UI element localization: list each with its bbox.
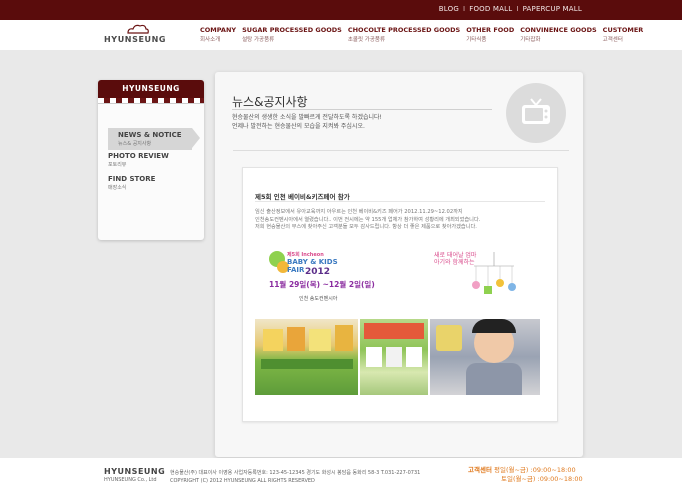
nav-other-food[interactable]: OTHER FOOD 기타식품 xyxy=(466,26,514,43)
nav-sublabel: 초콜릿 가공품류 xyxy=(347,37,386,43)
banner-venue: 인천 송도컨벤시아 xyxy=(299,296,338,302)
footer-address-line: 현승물산(주) 대표이사 이영용 사업자등록번호: 123-45-12345 경… xyxy=(170,470,421,476)
nav-sublabel: 기타잡화 xyxy=(520,37,541,43)
event-photo-child[interactable] xyxy=(430,319,540,395)
section-divider xyxy=(233,150,569,151)
fair-banner: 제5회 Incheon BABY & KIDS FAIR 2012 11월 29… xyxy=(265,249,375,305)
nav-customer[interactable]: CUSTOMER 고객센터 xyxy=(603,26,644,43)
baby-mobile-icon xyxy=(472,252,516,294)
footer-hours-label: 고객센터 xyxy=(468,466,492,474)
sidebar-item-find-store[interactable]: FIND STORE 매장소식 xyxy=(108,175,200,191)
banner-year: 2012 xyxy=(305,267,331,277)
papercup-mall-link[interactable]: PAPERCUP MALL xyxy=(523,5,582,13)
separator: I xyxy=(516,5,519,13)
sidebar-item-sublabel: 포토리뷰 xyxy=(108,162,127,168)
main-navigation: COMPANY 회사소개 SUGAR PROCESSED GOODS 설탕 가공… xyxy=(200,26,643,43)
event-photo-shelves[interactable] xyxy=(360,319,428,395)
title-divider xyxy=(232,109,492,110)
intro-line: 현승물산의 생생한 소식을 발빠르게 전달하도록 하겠습니다! xyxy=(232,114,382,121)
header: HYUNSEUNG COMPANY 회사소개 SUGAR PROCESSED G… xyxy=(0,20,682,50)
nav-label: SUGAR PROCESSED GOODS xyxy=(242,26,342,34)
footer-hours-line: 토일(월~금) :09:00~18:00 xyxy=(501,475,583,483)
news-divider xyxy=(255,201,545,202)
footer-hours-line: 평일(월~금) :09:00~18:00 xyxy=(494,466,576,474)
banner-dates: 11월 29일(목) ~12월 2일(일) xyxy=(269,280,375,289)
sidebar-item-news[interactable]: NEWS & NOTICE 뉴스& 공지사항 xyxy=(108,128,200,150)
page-intro: 현승물산의 생생한 소식을 발빠르게 전달하도록 하겠습니다! 언제나 발전하는… xyxy=(232,114,382,131)
cloud-logo-icon xyxy=(127,24,149,34)
sidebar-item-sublabel: 매장소식 xyxy=(108,185,127,191)
blog-link[interactable]: BLOG xyxy=(439,5,459,13)
top-links: BLOG I FOOD MALL I PAPERCUP MALL xyxy=(439,5,582,13)
food-mall-link[interactable]: FOOD MALL xyxy=(469,5,512,13)
news-body-line: 저희 현승물산의 부스에 찾아주신 고객분들 모두 감사드립니다. 항상 더 좋… xyxy=(255,224,477,230)
nav-label: COMPANY xyxy=(200,26,237,34)
nav-sublabel: 고객센터 xyxy=(602,37,623,43)
separator: I xyxy=(462,5,466,13)
footer-address: 현승물산(주) 대표이사 이영용 사업자등록번호: 123-45-12345 경… xyxy=(170,469,420,485)
nav-label: CHOCOLTE PROCESSED GOODS xyxy=(347,26,461,34)
footer-logo: HYUNSEUNG HYUNSEUNG Co., Ltd xyxy=(104,467,165,483)
nav-sublabel: 회사소개 xyxy=(200,37,221,43)
sidebar-item-label: NEWS & NOTICE xyxy=(118,131,182,139)
top-bar: BLOG I FOOD MALL I PAPERCUP MALL xyxy=(0,0,682,20)
sidebar-title: HYUNSEUNG xyxy=(98,80,204,98)
news-body-line: 임신 출산정보에서 유아교육까지 아우르는 인천 베이비&키즈 페어가 2012… xyxy=(255,209,463,215)
nav-sublabel: 기타식품 xyxy=(466,37,487,43)
sidebar-item-sublabel: 뉴스& 공지사항 xyxy=(118,141,152,147)
nav-sublabel: 설탕 가공품류 xyxy=(242,37,275,43)
sidebar: HYUNSEUNG NEWS & NOTICE 뉴스& 공지사항 PHOTO R… xyxy=(98,80,204,240)
nav-company[interactable]: COMPANY 회사소개 xyxy=(200,26,236,43)
nav-chocolate-goods[interactable]: CHOCOLTE PROCESSED GOODS 초콜릿 가공품류 xyxy=(348,26,460,43)
tv-icon xyxy=(522,98,550,124)
nav-label: CONVINENCE GOODS xyxy=(520,26,597,34)
event-photo-booth[interactable] xyxy=(255,319,358,395)
nav-convenience-goods[interactable]: CONVINENCE GOODS 기타잡화 xyxy=(520,26,596,43)
site-logo[interactable]: HYUNSEUNG xyxy=(104,24,167,46)
nav-sugar-goods[interactable]: SUGAR PROCESSED GOODS 설탕 가공품류 xyxy=(242,26,342,43)
footer-hours: 고객센터 평일(월~금) :09:00~18:00 토일(월~금) :09:00… xyxy=(468,466,583,484)
news-body-line: 인천송도컨벤시아에서 열렸습니다.. 이번 전시에는 약 155개 업체가 참가… xyxy=(255,216,481,223)
sidebar-item-label: PHOTO REVIEW xyxy=(108,152,169,160)
footer-logo-text: HYUNSEUNG xyxy=(104,467,166,476)
mobile-illustration: 새로 태어날 엄마 아기와 함께하는 xyxy=(434,252,534,302)
nav-label: CUSTOMER xyxy=(602,26,644,34)
banner-line: 제5회 Incheon xyxy=(287,252,324,258)
news-title: 제5회 인천 베이비&키즈페어 참가 xyxy=(255,193,350,201)
nav-label: OTHER FOOD xyxy=(466,26,515,34)
footer: HYUNSEUNG HYUNSEUNG Co., Ltd 현승물산(주) 대표이… xyxy=(0,458,682,503)
sidebar-item-label: FIND STORE xyxy=(108,175,156,183)
sidebar-awning xyxy=(98,98,204,104)
logo-text: HYUNSEUNG xyxy=(104,35,167,44)
tv-badge xyxy=(506,83,566,143)
sidebar-item-photo-review[interactable]: PHOTO REVIEW 포토리뷰 xyxy=(108,152,200,168)
page-title: 뉴스&공지사항 xyxy=(232,95,308,109)
news-body: 임신 출산정보에서 유아교육까지 아우르는 인천 베이비&키즈 페어가 2012… xyxy=(255,209,545,232)
intro-line: 언제나 발전하는 현승물산의 모습을 지켜봐 주십시오. xyxy=(232,122,365,130)
footer-logo-sub: HYUNSEUNG Co., Ltd xyxy=(104,477,157,483)
footer-copyright: COPYRIGHT (C) 2012 HYUNSEUNG ALL RIGHTS … xyxy=(170,478,315,484)
